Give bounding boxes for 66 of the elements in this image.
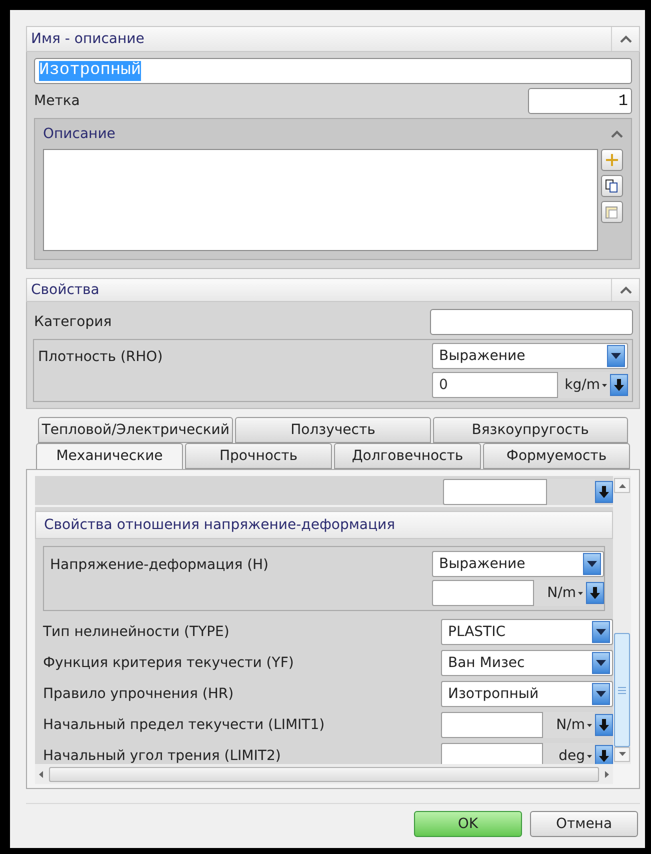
value-field[interactable] — [441, 712, 543, 738]
down-arrow-button[interactable] — [610, 374, 628, 396]
unit-dropdown[interactable]: N/m — [534, 580, 586, 606]
grip-icon — [618, 686, 626, 694]
section-header[interactable]: Имя - описание — [26, 26, 640, 52]
tab[interactable]: Тепловой/Электрический — [38, 417, 234, 443]
dropdown-field[interactable]: Изотропный — [441, 681, 613, 707]
section-title: Свойства — [30, 280, 100, 300]
collapse-chevron-icon[interactable] — [611, 130, 623, 138]
down-arrow-icon — [590, 587, 600, 599]
unit-dropdown[interactable]: kg/m — [558, 372, 610, 398]
tab[interactable]: Вязкоупругость — [432, 417, 628, 443]
tab[interactable]: Формуемость — [483, 443, 630, 469]
collapse-chevron-icon[interactable] — [620, 35, 632, 43]
tab[interactable]: Долговечность — [334, 443, 481, 469]
field-label: Метка — [34, 92, 80, 110]
horizontal-scrollbar[interactable] — [35, 764, 613, 784]
field-label: Категория — [33, 312, 112, 332]
collapse-chevron-icon[interactable] — [620, 286, 632, 294]
dropdown-field[interactable]: Выражение — [432, 551, 604, 577]
field-label: Тип нелинейности (TYPE) — [43, 622, 230, 642]
field-label: Функция критерия текучести (YF) — [43, 654, 294, 672]
unit-dropdown[interactable]: N/m — [543, 712, 595, 738]
section-title: Имя - описание — [30, 30, 144, 48]
value-field[interactable] — [443, 479, 547, 505]
unit-dropdown[interactable]: deg — [543, 743, 595, 764]
down-arrow-button[interactable] — [595, 481, 613, 503]
section-title: Описание — [43, 124, 116, 144]
vertical-scrollbar[interactable] — [613, 476, 631, 764]
section-header[interactable]: Свойства отношения напряжение-деформация — [35, 511, 613, 539]
caret-icon — [587, 754, 592, 758]
caret-icon — [578, 592, 583, 594]
caret-icon — [587, 724, 592, 726]
tab[interactable]: Механические — [36, 443, 183, 469]
down-arrow-button[interactable] — [586, 582, 604, 604]
field-label: Начальный предел текучести (LIMIT1) — [43, 716, 325, 734]
category-field[interactable] — [430, 309, 633, 335]
dropdown-field[interactable]: Выражение — [432, 343, 628, 369]
down-arrow-icon — [614, 379, 624, 391]
scroll-up-arrow-icon[interactable] — [618, 484, 626, 488]
dropdown-field[interactable]: PLASTIC — [441, 619, 613, 645]
ok-button[interactable]: OK — [414, 811, 522, 837]
down-arrow-icon — [599, 486, 609, 498]
field-label: Правило упрочнения (HR) — [43, 684, 234, 704]
tab[interactable]: Ползучесть — [235, 417, 431, 443]
section-header[interactable]: Свойства — [26, 278, 640, 302]
field-label: Плотность (RHO) — [38, 348, 163, 367]
scroll-down-arrow-icon[interactable] — [618, 752, 626, 756]
down-arrow-icon — [599, 750, 609, 762]
dropdown-field[interactable]: Ван Мизес — [441, 650, 613, 676]
caret-icon — [602, 384, 607, 386]
field-label: Начальный угол трения (LIMIT2) — [43, 746, 281, 764]
down-arrow-button[interactable] — [595, 745, 613, 764]
value-field[interactable] — [441, 743, 543, 764]
down-arrow-button[interactable] — [595, 714, 613, 736]
field-label: Напряжение-деформация (H) — [50, 556, 269, 575]
cancel-button[interactable]: Отмена — [530, 811, 638, 837]
tab[interactable]: Прочность — [185, 443, 332, 469]
value-field[interactable] — [432, 580, 534, 606]
scroll-right-arrow-icon[interactable] — [605, 770, 609, 778]
number-field[interactable]: 1 — [528, 88, 632, 114]
scroll-left-arrow-icon[interactable] — [39, 770, 43, 778]
copy-icon[interactable] — [601, 175, 623, 197]
down-arrow-icon — [599, 719, 609, 731]
value-field[interactable]: 0 — [432, 372, 558, 398]
section-title: Свойства отношения напряжение-деформация — [44, 516, 396, 534]
